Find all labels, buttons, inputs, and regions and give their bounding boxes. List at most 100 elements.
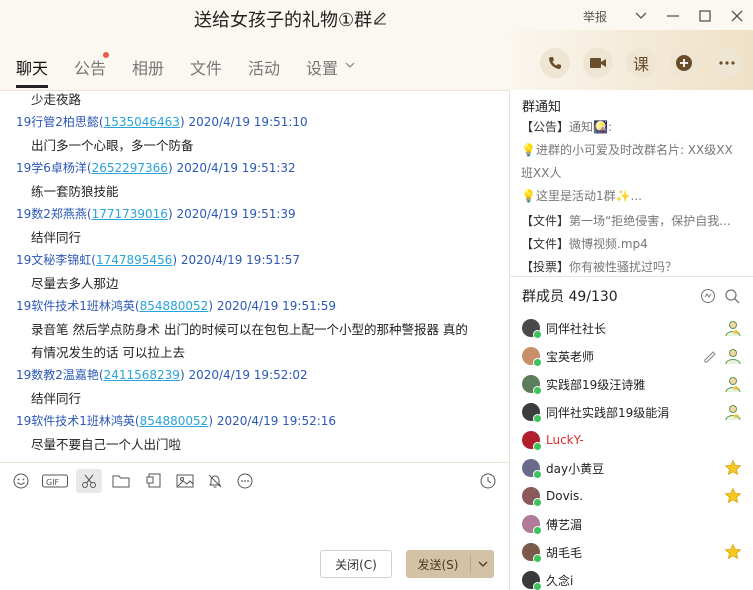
avatar[interactable]	[522, 431, 542, 451]
message-header: 19行管2柏思懿(1535046463) 2020/4/19 19:51:10	[16, 115, 308, 129]
close-window-button[interactable]	[729, 8, 745, 24]
sender-name[interactable]: 19数教2温嘉艳	[16, 368, 99, 382]
tab-files[interactable]: 文件	[190, 55, 222, 79]
sender-qq-link[interactable]: 2411568239	[104, 368, 180, 382]
video-icon	[590, 58, 606, 68]
avatar[interactable]	[522, 459, 542, 479]
video-call-button[interactable]	[583, 48, 613, 78]
window-title: 送给女孩子的礼物①群	[194, 10, 373, 31]
sender-qq-link[interactable]: 1535046463	[104, 115, 180, 129]
phone-button[interactable]	[540, 48, 570, 78]
notice-item[interactable]: 💡进群的小可爱及时改群名片: XX级XX	[521, 141, 733, 158]
message-header: 19学6卓杨洋(2652297366) 2020/4/19 19:51:32	[16, 161, 296, 175]
tab-announcement[interactable]: 公告	[74, 55, 106, 79]
chevron-down-icon[interactable]	[345, 60, 355, 70]
avatar[interactable]	[522, 571, 542, 590]
tab-album[interactable]: 相册	[132, 55, 164, 79]
screenshot-doc-icon[interactable]	[145, 472, 163, 490]
notice-item[interactable]: 💡这里是活动1群✨...	[521, 187, 642, 204]
panel-separator	[510, 276, 753, 277]
tab-activity[interactable]: 活动	[248, 55, 280, 79]
member-search-icon[interactable]	[700, 288, 716, 304]
avatar[interactable]	[522, 487, 542, 507]
svg-text:GIF: GIF	[46, 478, 60, 487]
scissors-icon[interactable]	[76, 469, 102, 493]
message-text: 尽量不要自己一个人出门啦	[31, 437, 182, 452]
notice-tag: 【投票】	[521, 260, 570, 274]
member-item[interactable]: LuckY-	[522, 428, 748, 452]
sender-name[interactable]: 19软件技术1班林鸿英	[16, 299, 135, 313]
avatar[interactable]	[522, 319, 542, 339]
message-input[interactable]	[0, 498, 510, 546]
close-button[interactable]: 关闭(C)	[320, 550, 392, 578]
edit-icon[interactable]	[702, 348, 718, 364]
more-tools-icon[interactable]	[236, 472, 254, 490]
notice-item[interactable]: 【公告】通知🎑:	[521, 118, 612, 135]
member-name: LuckY-	[546, 433, 584, 447]
avatar[interactable]	[522, 515, 542, 535]
search-icon[interactable]	[724, 288, 740, 304]
notice-item[interactable]: 【文件】微博视频.mp4	[521, 235, 648, 252]
sender-name[interactable]: 19行管2柏思懿	[16, 115, 99, 129]
member-item[interactable]: 胡毛毛	[522, 540, 748, 564]
member-item[interactable]: 宝英老师	[522, 344, 748, 368]
maximize-button[interactable]	[697, 8, 713, 24]
member-name: Dovis.	[546, 489, 584, 503]
action-buttons: 课	[540, 48, 753, 78]
members-title: 群成员 49/130	[522, 289, 618, 305]
edit-icon[interactable]	[372, 9, 388, 25]
member-item[interactable]: 傅艺湄	[522, 512, 748, 536]
chat-area[interactable]: 少走夜路 19行管2柏思懿(1535046463) 2020/4/19 19:51…	[0, 90, 510, 460]
member-item[interactable]: 同伴社实践部19级能涓	[522, 400, 748, 424]
gif-icon[interactable]: GIF	[42, 472, 68, 490]
sender-qq-link[interactable]: 854880052	[140, 414, 209, 428]
member-item[interactable]: 实践部19级汪诗雅	[522, 372, 748, 396]
star-icon	[724, 459, 742, 476]
member-name: 久念i	[546, 573, 574, 588]
member-name: day小黄豆	[546, 461, 605, 476]
sender-name[interactable]: 19软件技术1班林鸿英	[16, 414, 135, 428]
sender-name[interactable]: 19文秘李锦虹	[16, 253, 91, 267]
notice-item[interactable]: 【文件】第一场“拒绝侵害，保护自我...	[521, 212, 731, 229]
avatar[interactable]	[522, 543, 542, 563]
member-name: 傅艺湄	[546, 517, 583, 532]
tab-settings[interactable]: 设置	[306, 55, 338, 79]
member-item[interactable]: 久念i	[522, 568, 748, 590]
member-name: 同伴社实践部19级能涓	[546, 405, 670, 420]
member-item[interactable]: day小黄豆	[522, 456, 748, 480]
sender-qq-link[interactable]: 1771739016	[92, 207, 168, 221]
member-item[interactable]: 同伴社社长	[522, 316, 748, 340]
chevron-down-icon[interactable]	[633, 8, 649, 24]
history-icon[interactable]	[479, 472, 497, 490]
send-button[interactable]: 发送(S)	[406, 550, 494, 578]
sender-qq-link[interactable]: 854880052	[140, 299, 209, 313]
tab-bar: 聊天 公告 相册 文件 活动 设置	[0, 38, 510, 90]
avatar[interactable]	[522, 403, 542, 423]
avatar[interactable]	[522, 375, 542, 395]
minimize-button[interactable]	[665, 8, 681, 24]
folder-icon[interactable]	[112, 472, 130, 490]
tab-chat[interactable]: 聊天	[16, 55, 48, 79]
sender-qq-link[interactable]: 1747895456	[96, 253, 172, 267]
sender-name[interactable]: 19数2郑燕燕	[16, 207, 87, 221]
bell-off-icon[interactable]	[206, 472, 224, 490]
avatar[interactable]	[522, 347, 542, 367]
sender-qq-link[interactable]: 2652297366	[92, 161, 168, 175]
add-app-button[interactable]	[669, 48, 699, 78]
course-button[interactable]: 课	[626, 48, 656, 78]
message-header: 19文秘李锦虹(1747895456) 2020/4/19 19:51:57	[16, 253, 301, 267]
message-time: 2020/4/19 19:52:02	[188, 368, 308, 382]
chevron-down-icon	[478, 561, 487, 567]
notice-tag: 【文件】	[521, 214, 570, 228]
sender-name[interactable]: 19学6卓杨洋	[16, 161, 87, 175]
notice-item[interactable]: 班XX人	[521, 164, 561, 181]
image-icon[interactable]	[176, 472, 194, 490]
send-options-button[interactable]	[471, 560, 494, 568]
notice-item[interactable]: 【投票】你有被性骚扰过吗？	[521, 258, 677, 275]
report-button[interactable]: 举报	[583, 8, 607, 25]
notice-text: 第一场“拒绝侵害，保护自我...	[569, 214, 731, 228]
group-side-panel: 群通知 【公告】通知🎑: 💡进群的小可爱及时改群名片: XX级XX 班XX人 💡这里是…	[510, 90, 753, 590]
emoji-icon[interactable]	[12, 472, 30, 490]
more-button[interactable]	[712, 48, 742, 78]
member-item[interactable]: Dovis.	[522, 484, 748, 508]
